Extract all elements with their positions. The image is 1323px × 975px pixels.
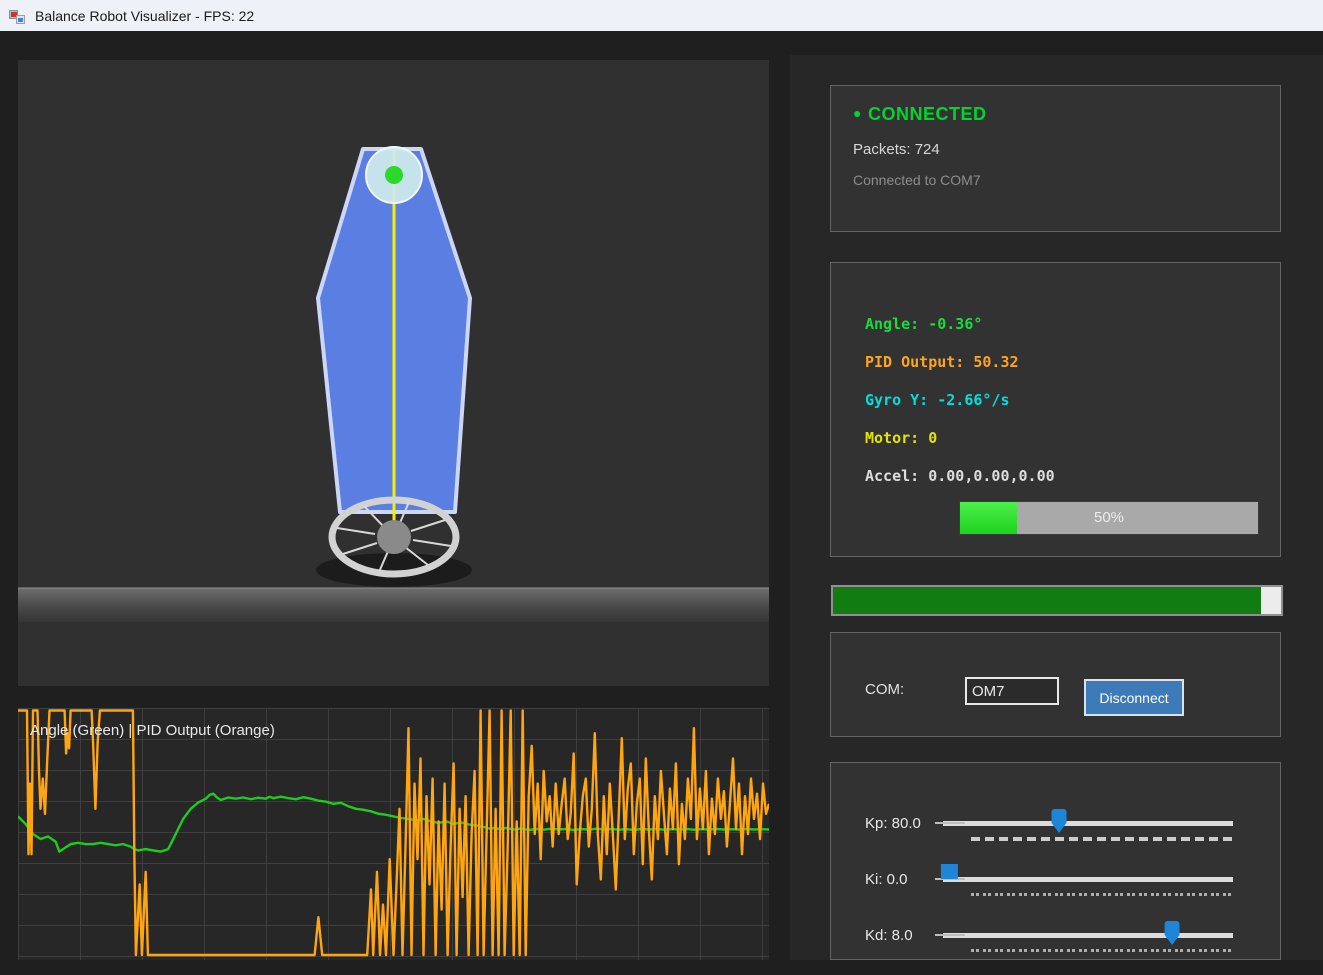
right-column: ● CONNECTED Packets: 724 Connected to COM… — [790, 55, 1323, 960]
robot-canvas — [18, 60, 769, 686]
ki-label: Ki: 0.0 — [865, 871, 908, 888]
disconnect-button[interactable]: Disconnect — [1084, 679, 1184, 716]
chart-plot-area — [18, 708, 769, 960]
status-panel: ● CONNECTED Packets: 724 Connected to COM… — [830, 85, 1281, 232]
kd-slider[interactable] — [943, 915, 1233, 961]
kp-slider-thumb[interactable] — [1052, 809, 1067, 833]
kd-slider-ticks — [971, 949, 1233, 952]
robot-visualization-panel — [18, 60, 769, 686]
ki-slider-track[interactable] — [943, 877, 1233, 882]
com-panel: COM: Disconnect — [830, 632, 1281, 737]
imu-center-dot — [385, 166, 403, 184]
status-dot-icon: ● — [853, 105, 862, 121]
motor-output-bar — [831, 585, 1283, 616]
status-text: CONNECTED — [868, 104, 987, 124]
app-icon — [9, 8, 25, 24]
ki-slider[interactable] — [943, 859, 1233, 905]
packets-count: Packets: 724 — [853, 141, 940, 158]
telemetry-angle: Angle: -0.36° — [865, 315, 982, 333]
telemetry-panel: Angle: -0.36° PID Output: 50.32 Gyro Y: … — [830, 262, 1281, 557]
kp-slider-row: Kp: 80.0 — [831, 803, 1282, 859]
chart-title: Angle (Green) | PID Output (Orange) — [30, 722, 275, 739]
telemetry-accel: Accel: 0.00,0.00,0.00 — [865, 467, 1055, 485]
balance-progress-bar: 50% — [959, 501, 1259, 535]
ki-slider-ticks — [971, 893, 1233, 896]
connection-status: ● CONNECTED — [853, 104, 986, 125]
telemetry-pid-output: PID Output: 50.32 — [865, 353, 1019, 371]
title-bar: Balance Robot Visualizer - FPS: 22 — [0, 0, 1323, 31]
telemetry-motor: Motor: 0 — [865, 429, 937, 447]
wheel-hub — [377, 520, 411, 554]
com-port-input[interactable] — [965, 677, 1059, 705]
kp-slider[interactable] — [943, 803, 1233, 849]
kp-slider-ticks — [971, 837, 1233, 841]
kp-slider-track[interactable] — [943, 821, 1233, 826]
kd-slider-track[interactable] — [943, 933, 1233, 938]
ki-slider-thumb[interactable] — [941, 864, 958, 879]
connection-info: Connected to COM7 — [853, 172, 981, 188]
ground — [18, 588, 769, 622]
app-window: Balance Robot Visualizer - FPS: 22 — [0, 0, 1323, 975]
kp-label: Kp: 80.0 — [865, 815, 921, 832]
kd-slider-thumb[interactable] — [1165, 921, 1180, 945]
balance-progress-label: 50% — [960, 509, 1258, 526]
window-title: Balance Robot Visualizer - FPS: 22 — [35, 8, 254, 24]
telemetry-gyro-y: Gyro Y: -2.66°/s — [865, 391, 1010, 409]
chart-panel: Angle (Green) | PID Output (Orange) — [18, 708, 769, 960]
motor-output-fill — [833, 587, 1261, 614]
pid-slider-panel: Kp: 80.0 Ki: 0.0 Kd: 8.0 — [830, 762, 1281, 960]
kd-slider-row: Kd: 8.0 — [831, 915, 1282, 971]
kd-label: Kd: 8.0 — [865, 927, 913, 944]
com-label: COM: — [865, 681, 904, 698]
ki-slider-row: Ki: 0.0 — [831, 859, 1282, 915]
